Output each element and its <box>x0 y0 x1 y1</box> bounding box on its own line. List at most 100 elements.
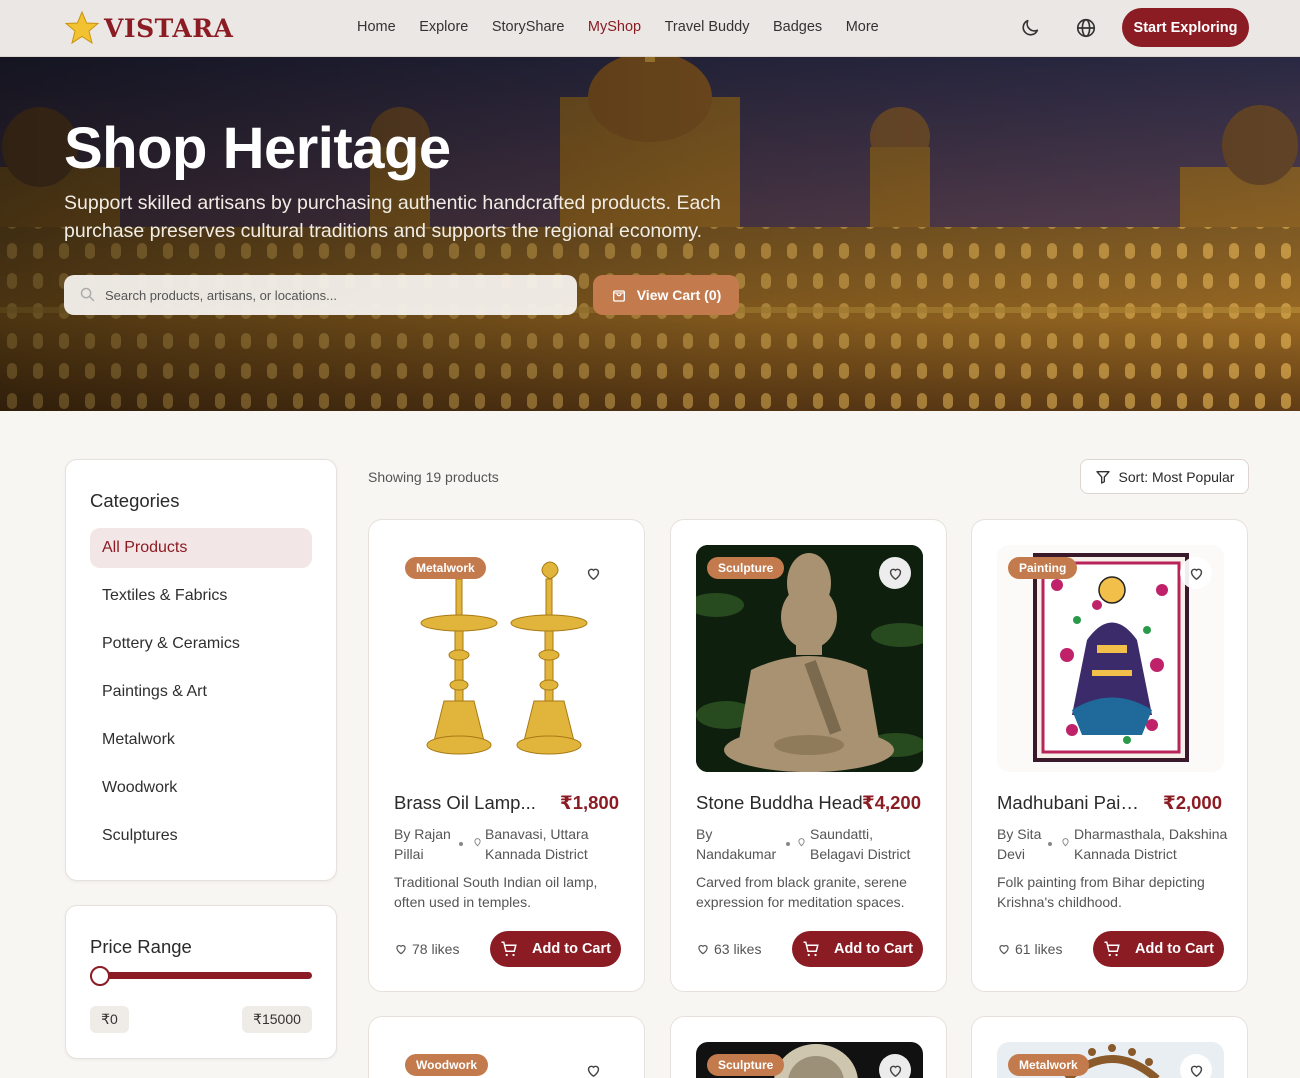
wishlist-button[interactable] <box>1180 557 1212 589</box>
separator-dot <box>459 842 463 846</box>
product-card[interactable]: Metalwork <box>971 1016 1248 1078</box>
product-price: ₹2,000 <box>1162 792 1222 813</box>
product-description: Folk painting from Bihar depicting Krish… <box>997 874 1205 910</box>
wishlist-button[interactable] <box>1180 1054 1212 1078</box>
separator-dot <box>1048 842 1052 846</box>
map-pin-icon <box>798 838 805 847</box>
nav-myshop[interactable]: MyShop <box>588 19 641 35</box>
category-all-products[interactable]: All Products <box>90 528 312 568</box>
product-price: ₹1,800 <box>559 792 619 813</box>
product-location: Banavasi, Uttara Kannada District <box>485 826 589 862</box>
category-badge: Metalwork <box>1008 1054 1089 1076</box>
heart-icon <box>999 945 1009 955</box>
heart-icon <box>1190 1065 1202 1077</box>
category-metalwork[interactable]: Metalwork <box>90 720 312 760</box>
nav-storyshare[interactable]: StoryShare <box>492 19 565 35</box>
product-card[interactable]: Painting Madhubani Paintin... ₹2,000 By … <box>971 519 1248 992</box>
sort-dropdown[interactable]: Sort: Most Popular <box>1080 459 1249 494</box>
product-description: Traditional South Indian oil lamp, often… <box>394 874 598 910</box>
category-badge: Sculpture <box>707 1054 785 1076</box>
shopping-bag-icon <box>612 290 625 302</box>
product-card[interactable]: Sculpture <box>670 1016 947 1078</box>
category-textiles[interactable]: Textiles & Fabrics <box>90 576 312 616</box>
likes-count: 63 likes <box>714 941 762 957</box>
sort-label: Sort: Most Popular <box>1118 468 1235 485</box>
wishlist-button[interactable] <box>577 557 609 589</box>
search-input[interactable] <box>64 275 577 315</box>
product-count: Showing 19 products <box>368 469 499 485</box>
heart-icon <box>1190 568 1202 580</box>
price-max-value: ₹15000 <box>242 1006 312 1033</box>
category-woodwork[interactable]: Woodwork <box>90 768 312 808</box>
nav-travel-buddy[interactable]: Travel Buddy <box>665 19 750 35</box>
price-slider-track[interactable] <box>90 972 312 979</box>
likes-counter[interactable]: 61 likes <box>997 941 1062 957</box>
category-badge: Sculpture <box>707 557 785 579</box>
hero-subtitle: Support skilled artisans by purchasing a… <box>64 192 721 242</box>
wishlist-button[interactable] <box>577 1054 609 1078</box>
product-location: Saundatti, Belagavi District <box>810 826 911 862</box>
likes-counter[interactable]: 78 likes <box>394 941 459 957</box>
heart-icon <box>587 568 599 580</box>
main-menu: Home Explore StoryShare MyShop Travel Bu… <box>357 19 879 35</box>
separator-dot <box>786 842 790 846</box>
price-slider-thumb[interactable] <box>90 966 110 986</box>
categories-title: Categories <box>90 490 180 511</box>
artisan-name: By Sita Devi <box>997 826 1042 862</box>
hero-banner: Shop Heritage Support skilled artisans b… <box>0 57 1300 411</box>
product-card[interactable]: Metalwork Brass Oil Lamp... ₹1,800 By Ra… <box>368 519 645 992</box>
view-cart-button[interactable]: View Cart (0) <box>593 275 739 315</box>
map-pin-icon <box>1062 838 1069 847</box>
star-logo-icon <box>64 10 100 45</box>
add-to-cart-button[interactable]: Add to Cart <box>1093 931 1224 967</box>
product-name: Brass Oil Lamp... <box>394 792 536 813</box>
artisan-name: By Rajan Pillai <box>394 826 451 862</box>
product-description: Carved from black granite, serene expres… <box>696 874 907 910</box>
cart-icon <box>1104 941 1120 957</box>
heart-icon <box>698 945 708 955</box>
globe-icon[interactable] <box>1075 17 1097 39</box>
add-to-cart-label: Add to Cart <box>1135 941 1214 957</box>
add-to-cart-button[interactable]: Add to Cart <box>792 931 923 967</box>
wishlist-button[interactable] <box>879 1054 911 1078</box>
artisan-name: By Nandakumar <box>696 826 777 862</box>
likes-count: 78 likes <box>412 941 460 957</box>
likes-counter[interactable]: 63 likes <box>696 941 761 957</box>
add-to-cart-label: Add to Cart <box>834 941 913 957</box>
view-cart-label: View Cart (0) <box>636 287 722 303</box>
nav-more[interactable]: More <box>846 19 879 35</box>
nav-badges[interactable]: Badges <box>773 19 822 35</box>
hero-title: Shop Heritage <box>64 116 451 181</box>
category-badge: Woodwork <box>405 1054 489 1076</box>
cart-icon <box>501 941 517 957</box>
product-card[interactable]: Woodwork <box>368 1016 645 1078</box>
category-paintings[interactable]: Paintings & Art <box>90 672 312 712</box>
add-to-cart-button[interactable]: Add to Cart <box>490 931 621 967</box>
price-min-value: ₹0 <box>90 1006 129 1033</box>
heart-icon <box>587 1065 599 1077</box>
product-card[interactable]: Sculpture Stone Buddha Head ₹4,200 By Na… <box>670 519 947 992</box>
start-exploring-button[interactable]: Start Exploring <box>1122 8 1249 47</box>
wishlist-button[interactable] <box>879 557 911 589</box>
category-pottery[interactable]: Pottery & Ceramics <box>90 624 312 664</box>
nav-home[interactable]: Home <box>357 19 396 35</box>
category-sculptures[interactable]: Sculptures <box>90 816 312 856</box>
category-badge: Metalwork <box>405 557 486 579</box>
categories-panel: Categories All Products Textiles & Fabri… <box>65 459 337 881</box>
category-badge: Painting <box>1008 557 1078 579</box>
price-range-panel: Price Range ₹0 ₹15000 <box>65 905 337 1059</box>
brand-logo[interactable]: VISTARA <box>64 10 233 46</box>
heart-icon <box>889 1065 901 1077</box>
add-to-cart-label: Add to Cart <box>532 941 611 957</box>
filter-icon <box>1095 470 1110 484</box>
heart-icon <box>889 568 901 580</box>
likes-count: 61 likes <box>1015 941 1063 957</box>
product-name: Stone Buddha Head <box>696 792 863 813</box>
product-price: ₹4,200 <box>861 792 921 813</box>
product-name: Madhubani Paintin... <box>997 792 1139 813</box>
moon-icon[interactable] <box>1019 17 1041 39</box>
top-navbar: VISTARA Home Explore StoryShare MyShop T… <box>0 0 1300 57</box>
nav-explore[interactable]: Explore <box>419 19 468 35</box>
heart-icon <box>396 945 406 955</box>
search-icon <box>80 287 95 302</box>
